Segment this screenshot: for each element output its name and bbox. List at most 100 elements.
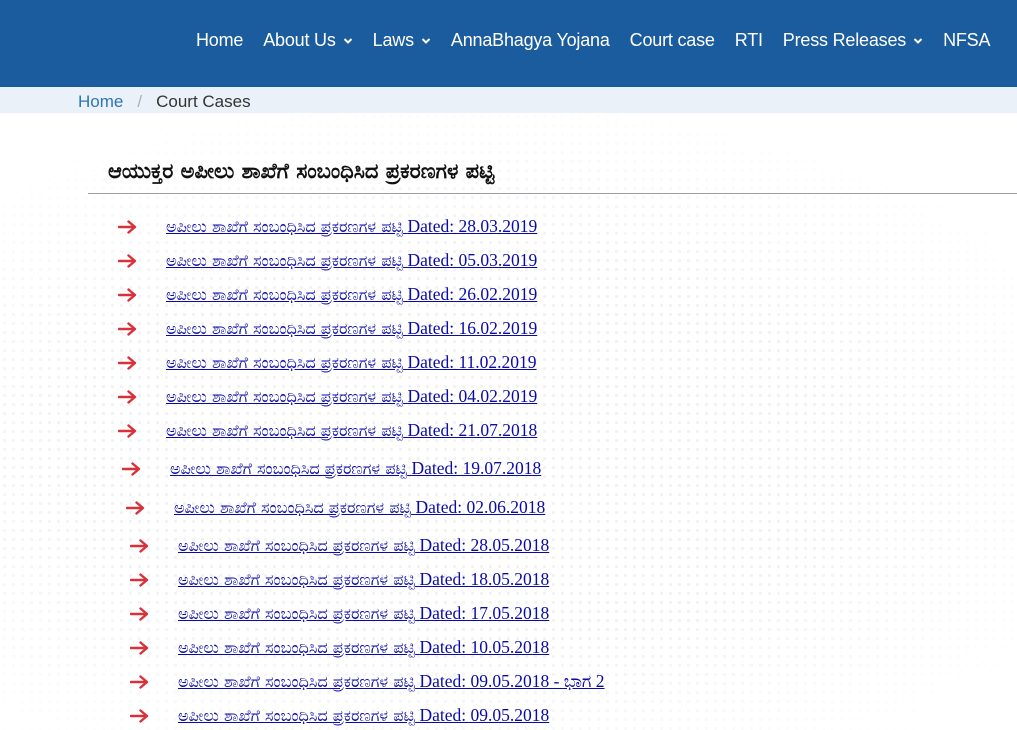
document-link-date: Dated: 09.05.2018 - ಭಾಗ 2 (419, 671, 605, 691)
list-item: ಅಪೀಲು ಶಾಖೆಗೆ ಸಂಬಂಧಿಸಿದ ಪ್ರಕರಣಗಳ ಪಟ್ಟಿ Da… (130, 569, 549, 590)
list-item: ಅಪೀಲು ಶಾಖೆಗೆ ಸಂಬಂಧಿಸಿದ ಪ್ರಕರಣಗಳ ಪಟ್ಟಿ Da… (118, 216, 537, 237)
document-link[interactable]: ಅಪೀಲು ಶಾಖೆಗೆ ಸಂಬಂಧಿಸಿದ ಪ್ರಕರಣಗಳ ಪಟ್ಟಿ Da… (166, 420, 537, 441)
list-item: ಅಪೀಲು ಶಾಖೆಗೆ ಸಂಬಂಧಿಸಿದ ಪ್ರಕರಣಗಳ ಪಟ್ಟಿ Da… (118, 318, 537, 339)
document-link-date: Dated: 10.05.2018 (419, 637, 550, 657)
breadcrumb-home-link[interactable]: Home (78, 92, 123, 112)
right-arrow-icon (130, 640, 149, 655)
nav-rti-label: RTI (734, 30, 763, 50)
right-arrow-icon (118, 321, 137, 336)
document-link-date: Dated: 05.03.2019 (407, 250, 538, 270)
document-link-label: ಅಪೀಲು ಶಾಖೆಗೆ ಸಂಬಂಧಿಸಿದ ಪ್ರಕರಣಗಳ ಪಟ್ಟಿ (170, 459, 408, 478)
nav-court-case[interactable]: Court case (630, 30, 715, 51)
document-link-date: Dated: 09.05.2018 (419, 705, 550, 725)
list-item: ಅಪೀಲು ಶಾಖೆಗೆ ಸಂಬಂಧಿಸಿದ ಪ್ರಕರಣಗಳ ಪಟ್ಟಿ Da… (118, 250, 537, 271)
nav-about-us[interactable]: About Us (263, 30, 352, 51)
right-arrow-icon (126, 500, 145, 515)
document-link-date: Dated: 17.05.2018 (419, 603, 550, 623)
document-link-label: ಅಪೀಲು ಶಾಖೆಗೆ ಸಂಬಂಧಿಸಿದ ಪ್ರಕರಣಗಳ ಪಟ್ಟಿ (178, 536, 416, 555)
list-item: ಅಪೀಲು ಶಾಖೆಗೆ ಸಂಬಂಧಿಸಿದ ಪ್ರಕರಣಗಳ ಪಟ್ಟಿ Da… (130, 705, 549, 726)
nav-press-releases-label: Press Releases (782, 30, 907, 50)
document-link-date: Dated: 02.06.2018 (415, 497, 546, 517)
document-link-date: Dated: 28.05.2018 (419, 535, 550, 555)
list-item: ಅಪೀಲು ಶಾಖೆಗೆ ಸಂಬಂಧಿಸಿದ ಪ್ರಕರಣಗಳ ಪಟ್ಟಿ Da… (130, 637, 549, 658)
document-link-date: Dated: 19.07.2018 (411, 458, 542, 478)
document-link-date: Dated: 21.07.2018 (407, 420, 538, 440)
nav-annabhagya-yojana[interactable]: AnnaBhagya Yojana (451, 30, 610, 51)
document-link-date: Dated: 11.02.2019 (407, 352, 537, 372)
right-arrow-icon (130, 606, 149, 621)
document-link[interactable]: ಅಪೀಲು ಶಾಖೆಗೆ ಸಂಬಂಧಿಸಿದ ಪ್ರಕರಣಗಳ ಪಟ್ಟಿ Da… (170, 458, 541, 479)
document-link[interactable]: ಅಪೀಲು ಶಾಖೆಗೆ ಸಂಬಂಧಿಸಿದ ಪ್ರಕರಣಗಳ ಪಟ್ಟಿ Da… (166, 386, 537, 407)
nav-laws-label: Laws (372, 30, 414, 50)
document-link[interactable]: ಅಪೀಲು ಶಾಖೆಗೆ ಸಂಬಂಧಿಸಿದ ಪ್ರಕರಣಗಳ ಪಟ್ಟಿ Da… (178, 705, 549, 726)
breadcrumb-separator: / (137, 92, 143, 111)
document-link-date: Dated: 18.05.2018 (419, 569, 550, 589)
document-link[interactable]: ಅಪೀಲು ಶಾಖೆಗೆ ಸಂಬಂಧಿಸಿದ ಪ್ರಕರಣಗಳ ಪಟ್ಟಿ Da… (174, 497, 545, 518)
document-link-label: ಅಪೀಲು ಶಾಖೆಗೆ ಸಂಬಂಧಿಸಿದ ಪ್ರಕರಣಗಳ ಪಟ್ಟಿ (166, 387, 404, 406)
document-link-label: ಅಪೀಲು ಶಾಖೆಗೆ ಸಂಬಂಧಿಸಿದ ಪ್ರಕರಣಗಳ ಪಟ್ಟಿ (166, 251, 404, 270)
document-link[interactable]: ಅಪೀಲು ಶಾಖೆಗೆ ಸಂಬಂಧಿಸಿದ ಪ್ರಕರಣಗಳ ಪಟ್ಟಿ Da… (178, 603, 549, 624)
right-arrow-icon (118, 389, 137, 404)
breadcrumb: Home / Court Cases (0, 87, 1017, 113)
document-link[interactable]: ಅಪೀಲು ಶಾಖೆಗೆ ಸಂಬಂಧಿಸಿದ ಪ್ರಕರಣಗಳ ಪಟ್ಟಿ Da… (178, 637, 549, 658)
document-link-label: ಅಪೀಲು ಶಾಖೆಗೆ ಸಂಬಂಧಿಸಿದ ಪ್ರಕರಣಗಳ ಪಟ್ಟಿ (166, 353, 404, 372)
nav-home-label: Home (196, 30, 244, 50)
nav-press-releases[interactable]: Press Releases (783, 30, 923, 51)
document-link[interactable]: ಅಪೀಲು ಶಾಖೆಗೆ ಸಂಬಂಧಿಸಿದ ಪ್ರಕರಣಗಳ ಪಟ್ಟಿ Da… (166, 216, 537, 237)
nav-nfsa-label: NFSA (943, 30, 991, 50)
chevron-down-icon (343, 37, 352, 44)
right-arrow-icon (118, 355, 137, 370)
right-arrow-icon (118, 253, 137, 268)
document-link-label: ಅಪೀಲು ಶಾಖೆಗೆ ಸಂಬಂಧಿಸಿದ ಪ್ರಕರಣಗಳ ಪಟ್ಟಿ (178, 638, 416, 657)
document-link[interactable]: ಅಪೀಲು ಶಾಖೆಗೆ ಸಂಬಂಧಿಸಿದ ಪ್ರಕರಣಗಳ ಪಟ್ಟಿ Da… (178, 535, 549, 556)
list-item: ಅಪೀಲು ಶಾಖೆಗೆ ಸಂಬಂಧಿಸಿದ ಪ್ರಕರಣಗಳ ಪಟ್ಟಿ Da… (118, 386, 537, 407)
page-title: ಆಯುಕ್ತರ ಅಪೀಲು ಶಾಖೆಗೆ ಸಂಬಂಧಿಸಿದ ಪ್ರಕರಣಗಳ … (108, 159, 495, 183)
document-link[interactable]: ಅಪೀಲು ಶಾಖೆಗೆ ಸಂಬಂಧಿಸಿದ ಪ್ರಕರಣಗಳ ಪಟ್ಟಿ Da… (166, 284, 537, 305)
nav-about-us-label: About Us (263, 30, 336, 50)
right-arrow-icon (130, 572, 149, 587)
list-item: ಅಪೀಲು ಶಾಖೆಗೆ ಸಂಬಂಧಿಸಿದ ಪ್ರಕರಣಗಳ ಪಟ್ಟಿ Da… (122, 458, 541, 479)
right-arrow-icon (130, 674, 149, 689)
document-link[interactable]: ಅಪೀಲು ಶಾಖೆಗೆ ಸಂಬಂಧಿಸಿದ ಪ್ರಕರಣಗಳ ಪಟ್ಟಿ Da… (166, 250, 537, 271)
document-link-label: ಅಪೀಲು ಶಾಖೆಗೆ ಸಂಬಂಧಿಸಿದ ಪ್ರಕರಣಗಳ ಪಟ್ಟಿ (166, 217, 404, 236)
chevron-down-icon (913, 37, 923, 44)
main-content: ಆಯುಕ್ತರ ಅಪೀಲು ಶಾಖೆಗೆ ಸಂಬಂಧಿಸಿದ ಪ್ರಕರಣಗಳ … (0, 113, 1017, 730)
document-link-label: ಅಪೀಲು ಶಾಖೆಗೆ ಸಂಬಂಧಿಸಿದ ಪ್ರಕರಣಗಳ ಪಟ್ಟಿ (166, 421, 404, 440)
document-link-label: ಅಪೀಲು ಶಾಖೆಗೆ ಸಂಬಂಧಿಸಿದ ಪ್ರಕರಣಗಳ ಪಟ್ಟಿ (178, 672, 416, 691)
document-link-label: ಅಪೀಲು ಶಾಖೆಗೆ ಸಂಬಂಧಿಸಿದ ಪ್ರಕರಣಗಳ ಪಟ್ಟಿ (178, 706, 416, 725)
nav-home[interactable]: Home (196, 30, 243, 51)
breadcrumb-current: Court Cases (156, 92, 251, 111)
main-nav: Home About Us Laws AnnaBhagya Yojana Cou… (196, 30, 1010, 51)
nav-annabhagya-label: AnnaBhagya Yojana (450, 30, 610, 50)
document-link-label: ಅಪೀಲು ಶಾಖೆಗೆ ಸಂಬಂಧಿಸಿದ ಪ್ರಕರಣಗಳ ಪಟ್ಟಿ (174, 498, 412, 517)
nav-court-case-label: Court case (629, 30, 715, 50)
title-divider (88, 193, 1017, 194)
document-link-label: ಅಪೀಲು ಶಾಖೆಗೆ ಸಂಬಂಧಿಸಿದ ಪ್ರಕರಣಗಳ ಪಟ್ಟಿ (166, 319, 404, 338)
nav-nfsa[interactable]: NFSA (943, 30, 990, 51)
document-link-date: Dated: 26.02.2019 (407, 284, 538, 304)
right-arrow-icon (118, 219, 137, 234)
document-link[interactable]: ಅಪೀಲು ಶಾಖೆಗೆ ಸಂಬಂಧಿಸಿದ ಪ್ರಕರಣಗಳ ಪಟ್ಟಿ Da… (166, 352, 537, 373)
nav-laws[interactable]: Laws (373, 30, 431, 51)
list-item: ಅಪೀಲು ಶಾಖೆಗೆ ಸಂಬಂಧಿಸಿದ ಪ್ರಕರಣಗಳ ಪಟ್ಟಿ Da… (130, 603, 549, 624)
right-arrow-icon (122, 461, 141, 476)
document-link[interactable]: ಅಪೀಲು ಶಾಖೆಗೆ ಸಂಬಂಧಿಸಿದ ಪ್ರಕರಣಗಳ ಪಟ್ಟಿ Da… (178, 569, 549, 590)
document-link-date: Dated: 16.02.2019 (407, 318, 538, 338)
document-link-date: Dated: 04.02.2019 (407, 386, 538, 406)
chevron-down-icon (421, 37, 431, 44)
nav-rti[interactable]: RTI (735, 30, 763, 51)
document-link-label: ಅಪೀಲು ಶಾಖೆಗೆ ಸಂಬಂಧಿಸಿದ ಪ್ರಕರಣಗಳ ಪಟ್ಟಿ (178, 570, 416, 589)
list-item: ಅಪೀಲು ಶಾಖೆಗೆ ಸಂಬಂಧಿಸಿದ ಪ್ರಕರಣಗಳ ಪಟ್ಟಿ Da… (126, 497, 545, 518)
right-arrow-icon (130, 538, 149, 553)
list-item: ಅಪೀಲು ಶಾಖೆಗೆ ಸಂಬಂಧಿಸಿದ ಪ್ರಕರಣಗಳ ಪಟ್ಟಿ Da… (118, 284, 537, 305)
list-item: ಅಪೀಲು ಶಾಖೆಗೆ ಸಂಬಂಧಿಸಿದ ಪ್ರಕರಣಗಳ ಪಟ್ಟಿ Da… (118, 352, 537, 373)
right-arrow-icon (130, 708, 149, 723)
document-link-date: Dated: 28.03.2019 (407, 216, 538, 236)
top-navigation-bar: Home About Us Laws AnnaBhagya Yojana Cou… (0, 0, 1017, 87)
document-link-label: ಅಪೀಲು ಶಾಖೆಗೆ ಸಂಬಂಧಿಸಿದ ಪ್ರಕರಣಗಳ ಪಟ್ಟಿ (166, 285, 404, 304)
document-link-label: ಅಪೀಲು ಶಾಖೆಗೆ ಸಂಬಂಧಿಸಿದ ಪ್ರಕರಣಗಳ ಪಟ್ಟಿ (178, 604, 416, 623)
document-link[interactable]: ಅಪೀಲು ಶಾಖೆಗೆ ಸಂಬಂಧಿಸಿದ ಪ್ರಕರಣಗಳ ಪಟ್ಟಿ Da… (178, 671, 605, 692)
document-link[interactable]: ಅಪೀಲು ಶಾಖೆಗೆ ಸಂಬಂಧಿಸಿದ ಪ್ರಕರಣಗಳ ಪಟ್ಟಿ Da… (166, 318, 537, 339)
right-arrow-icon (118, 287, 137, 302)
list-item: ಅಪೀಲು ಶಾಖೆಗೆ ಸಂಬಂಧಿಸಿದ ಪ್ರಕರಣಗಳ ಪಟ್ಟಿ Da… (130, 535, 549, 556)
